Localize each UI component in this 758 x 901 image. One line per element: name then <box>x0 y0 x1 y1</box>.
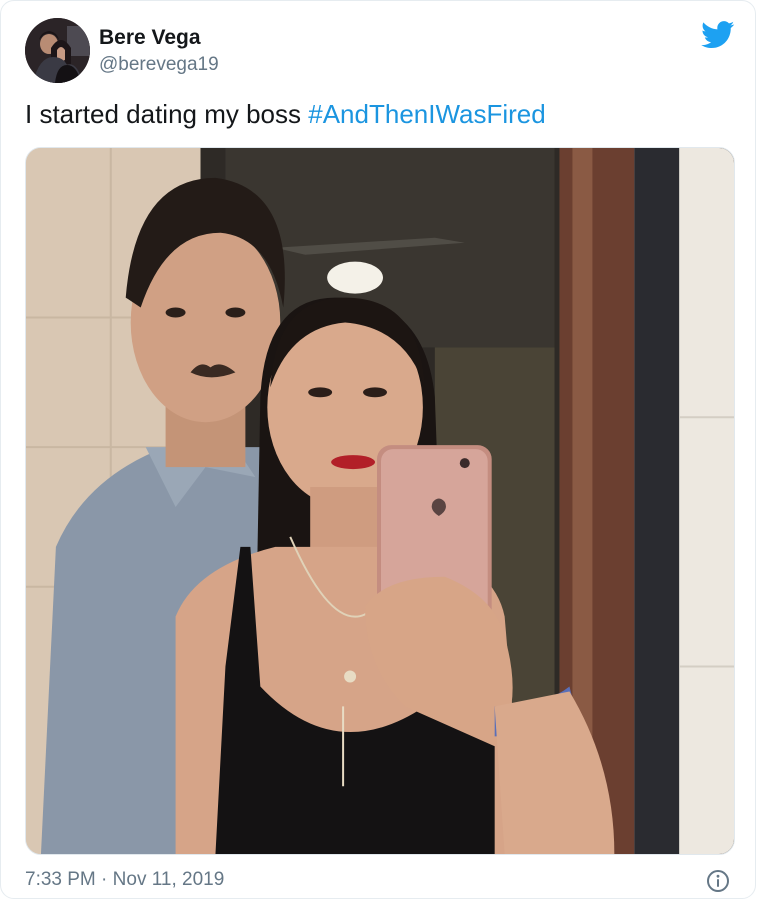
author-name[interactable]: Bere Vega <box>99 26 201 50</box>
twitter-bird-icon[interactable] <box>701 21 735 49</box>
tweet-photo[interactable] <box>25 147 735 855</box>
tweet-time: 7:33 PM <box>25 869 96 890</box>
tweet-text: I started dating my boss #AndThenIWasFir… <box>25 99 546 130</box>
hashtag-link[interactable]: #AndThenIWasFired <box>308 99 545 129</box>
avatar[interactable] <box>25 18 90 83</box>
tweet-text-body: I started dating my boss <box>25 99 309 129</box>
tweet-card: Bere Vega @berevega19 I started dating m… <box>0 0 756 899</box>
tweet-timestamp[interactable]: 7:33 PM · Nov 11, 2019 <box>25 869 224 891</box>
tweet-date: Nov 11, 2019 <box>112 869 225 890</box>
avatar-photo <box>25 18 90 83</box>
author-handle[interactable]: @berevega19 <box>99 54 219 76</box>
info-icon[interactable] <box>706 869 730 893</box>
mirror-selfie-photo <box>26 148 734 854</box>
timestamp-separator: · <box>95 869 113 890</box>
